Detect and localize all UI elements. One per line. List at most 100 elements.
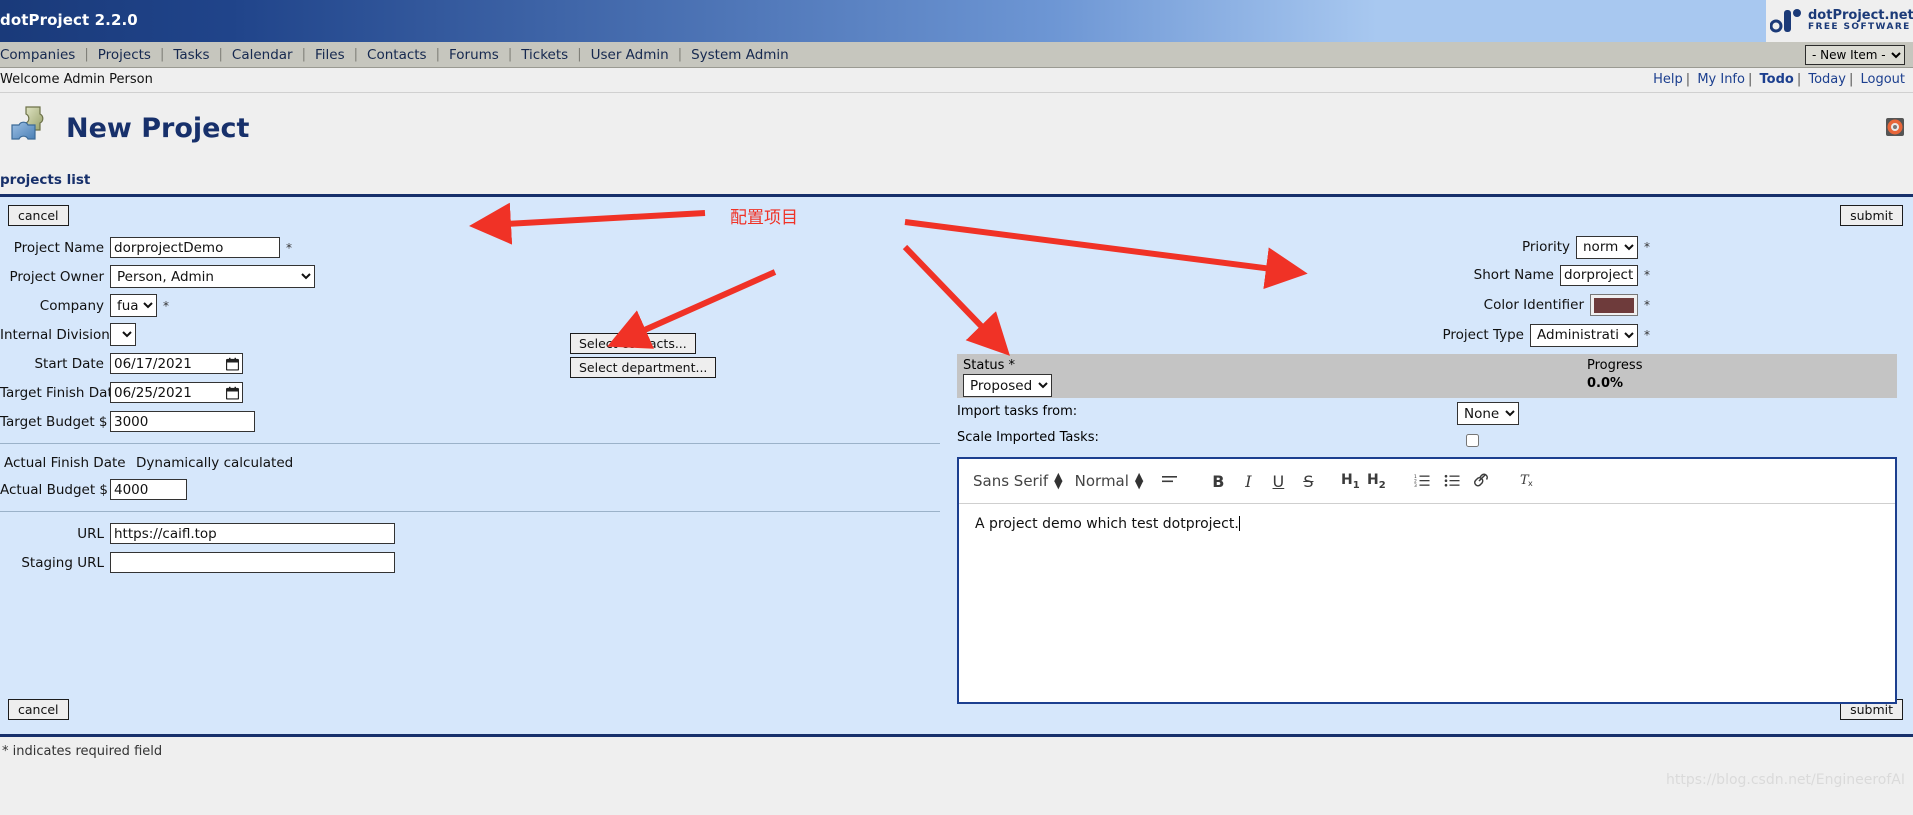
- start-date-input[interactable]: [110, 353, 243, 374]
- label-staging-url: Staging URL: [21, 554, 104, 571]
- staging-url-input[interactable]: [110, 552, 395, 573]
- target-budget-input[interactable]: [110, 411, 255, 432]
- text-style-dropdown[interactable]: Normal: [1075, 472, 1129, 490]
- h2-subscript: 2: [1378, 479, 1386, 491]
- label-short-name: Short Name: [1473, 267, 1554, 283]
- font-family-stepper-icon[interactable]: ▲ ▼: [1054, 471, 1062, 490]
- import-tasks-select[interactable]: None: [1457, 402, 1519, 425]
- clear-format-icon[interactable]: Tx: [1515, 471, 1545, 491]
- bold-icon[interactable]: B: [1203, 472, 1233, 491]
- cancel-button-bottom[interactable]: cancel: [8, 699, 69, 720]
- import-tasks-label: Import tasks from:: [957, 404, 1078, 419]
- menu-item-projects[interactable]: Projects: [89, 43, 160, 67]
- required-marker: *: [286, 240, 292, 255]
- text-style-stepper-icon[interactable]: ▲ ▼: [1135, 471, 1143, 490]
- editor-content-area[interactable]: A project demo which test dotproject.: [959, 504, 1895, 544]
- menu-item-companies[interactable]: Companies: [0, 43, 84, 67]
- link-separator: |: [1796, 72, 1802, 87]
- form-divider-1: [0, 443, 940, 444]
- label-actual-finish-date: Actual Finish Date: [4, 455, 126, 471]
- color-swatch-fill: [1594, 297, 1634, 313]
- scale-imported-checkbox[interactable]: [1466, 434, 1479, 447]
- heading-1-icon[interactable]: H1: [1337, 472, 1363, 491]
- page-header: New Project: [0, 95, 1913, 167]
- ordered-list-icon[interactable]: 123: [1407, 472, 1437, 491]
- bullet-list-icon[interactable]: [1437, 472, 1467, 491]
- select-department-button[interactable]: Select department...: [570, 357, 717, 378]
- field-project-owner: Project Owner Person, Admin: [0, 264, 950, 289]
- selection-buttons: Select contacts... Select department...: [570, 333, 717, 381]
- menu-item-system-admin[interactable]: System Admin: [682, 43, 798, 67]
- color-identifier-swatch[interactable]: [1590, 294, 1638, 316]
- start-date-wrapper: [110, 353, 243, 374]
- required-marker: *: [1644, 240, 1650, 254]
- field-target-finish-date: Target Finish Date: [0, 380, 950, 405]
- breadcrumb[interactable]: projects list: [0, 172, 90, 188]
- label-priority: Priority: [1521, 239, 1570, 255]
- label-project-name: Project Name: [13, 239, 104, 256]
- project-owner-select[interactable]: Person, Admin: [110, 265, 315, 288]
- menu-item-tickets[interactable]: Tickets: [512, 43, 577, 67]
- submit-button-top[interactable]: submit: [1840, 205, 1903, 226]
- label-project-owner: Project Owner: [9, 268, 104, 285]
- user-links: Help | My Info | Todo | Today | Logout: [1653, 72, 1905, 87]
- label-start-date: Start Date: [34, 355, 104, 372]
- title-bar: dotProject 2.2.0 dotProject.net FREE SOF…: [0, 0, 1913, 42]
- field-actual-budget: Actual Budget $: [0, 477, 950, 502]
- menu-item-forums[interactable]: Forums: [440, 43, 508, 67]
- target-finish-date-wrapper: [110, 382, 243, 403]
- label-actual-budget: Actual Budget $: [0, 481, 109, 498]
- field-url: URL: [0, 521, 950, 546]
- cancel-button-top[interactable]: cancel: [8, 205, 69, 226]
- field-staging-url: Staging URL: [0, 550, 950, 575]
- main-menu-bar: Companies | Projects | Tasks | Calendar | Fi…: [0, 42, 1913, 68]
- align-icon[interactable]: [1155, 472, 1185, 491]
- target-finish-date-input[interactable]: [110, 382, 243, 403]
- menu-item-contacts[interactable]: Contacts: [358, 43, 436, 67]
- link-help[interactable]: Help: [1653, 72, 1683, 87]
- select-contacts-button[interactable]: Select contacts...: [570, 333, 696, 354]
- project-name-input[interactable]: [110, 237, 280, 258]
- field-actual-finish-date: Actual Finish Date Dynamically calculate…: [0, 453, 950, 473]
- label-target-budget: Target Budget $: [0, 413, 108, 430]
- project-type-select[interactable]: Administrative: [1530, 323, 1638, 347]
- underline-icon[interactable]: U: [1263, 472, 1293, 491]
- h1-letter: H: [1341, 471, 1353, 488]
- status-progress-bar: Status * Proposed Progress 0.0%: [957, 354, 1897, 398]
- help-lifesaver-icon[interactable]: [1885, 117, 1905, 137]
- required-marker: *: [1644, 298, 1650, 312]
- page-title: New Project: [66, 113, 250, 144]
- italic-icon[interactable]: I: [1233, 472, 1263, 491]
- label-company: Company: [39, 297, 104, 314]
- menu-item-files[interactable]: Files: [306, 43, 354, 67]
- internal-division-select[interactable]: [110, 323, 136, 346]
- actual-budget-input[interactable]: [110, 479, 187, 500]
- field-company: Company fua *: [0, 293, 950, 318]
- new-item-select[interactable]: - New Item -: [1805, 45, 1905, 65]
- font-family-dropdown[interactable]: Sans Serif: [973, 472, 1048, 490]
- menu-item-calendar[interactable]: Calendar: [223, 43, 302, 67]
- label-color-identifier: Color Identifier: [1483, 297, 1584, 313]
- link-logout[interactable]: Logout: [1860, 72, 1905, 87]
- puzzle-piece-icon: [4, 101, 56, 153]
- field-project-name: Project Name *: [0, 235, 950, 260]
- label-project-type: Project Type: [1442, 327, 1525, 343]
- form-divider-2: [0, 511, 940, 512]
- required-marker: *: [1644, 328, 1650, 342]
- priority-select[interactable]: normal: [1576, 235, 1638, 259]
- menu-item-user-admin[interactable]: User Admin: [582, 43, 678, 67]
- scale-imported-label: Scale Imported Tasks:: [957, 430, 1099, 445]
- link-todo[interactable]: Todo: [1760, 72, 1794, 87]
- watermark-text: https://blog.csdn.net/EngineerofAI: [1666, 772, 1905, 788]
- company-select[interactable]: fua: [110, 294, 157, 317]
- status-select[interactable]: Proposed: [963, 374, 1052, 397]
- heading-2-icon[interactable]: H2: [1363, 472, 1389, 491]
- url-input[interactable]: [110, 523, 395, 544]
- strikethrough-icon[interactable]: S: [1293, 472, 1323, 491]
- link-my-info[interactable]: My Info: [1697, 72, 1745, 87]
- link-today[interactable]: Today: [1808, 72, 1846, 87]
- short-name-input[interactable]: [1560, 264, 1638, 286]
- menu-item-tasks[interactable]: Tasks: [164, 43, 218, 67]
- label-target-finish-date: Target Finish Date: [0, 384, 122, 401]
- link-icon[interactable]: [1467, 471, 1497, 491]
